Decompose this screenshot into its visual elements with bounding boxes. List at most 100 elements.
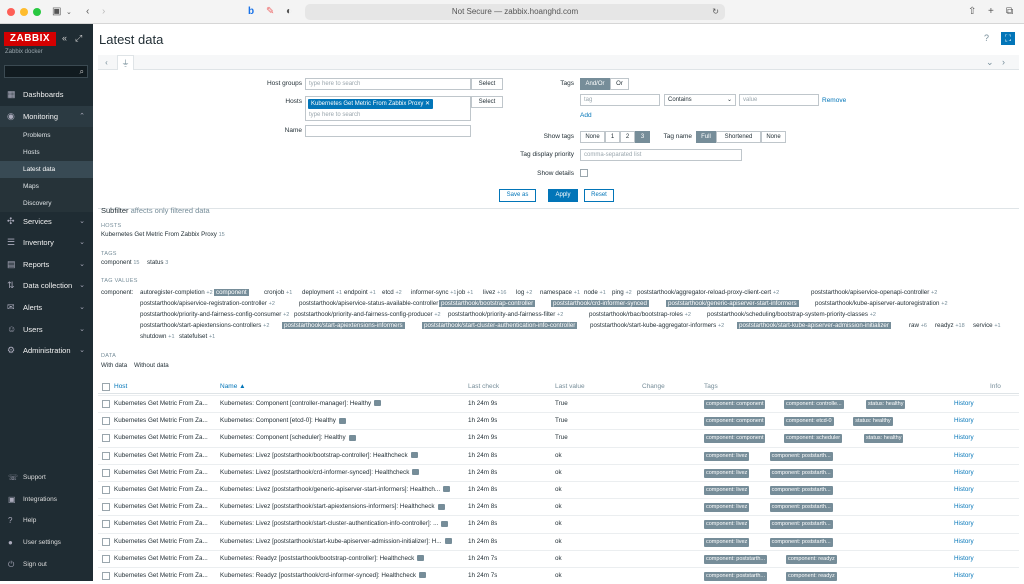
tag-value-item[interactable]: poststarthook/start-apiextensions-inform… bbox=[282, 322, 405, 329]
tag-value-item[interactable]: shutdown +1 bbox=[140, 333, 175, 340]
bing-extension-icon[interactable]: b bbox=[248, 6, 254, 17]
tag-value-item[interactable]: node +1 bbox=[584, 289, 606, 296]
tag-value-item[interactable]: component bbox=[214, 289, 249, 296]
row-tag[interactable]: component: scheduler bbox=[784, 434, 843, 444]
row-tag[interactable]: component: poststarth... bbox=[769, 503, 833, 513]
chevron-down-icon[interactable]: ⌄ bbox=[986, 57, 994, 68]
reload-icon[interactable]: ↻ bbox=[712, 4, 719, 20]
nav-data-collection[interactable]: ⇅ Data collection ⌄ bbox=[0, 275, 93, 296]
tag-value-item[interactable]: statefulset +1 bbox=[179, 333, 215, 340]
save-as-button[interactable]: Save as bbox=[499, 189, 536, 202]
row-name[interactable]: Kubernetes: Livez [poststarthook/start-c… bbox=[220, 516, 465, 532]
row-checkbox[interactable] bbox=[102, 537, 110, 546]
row-host[interactable]: Kubernetes Get Metric From Za... bbox=[114, 465, 214, 481]
tag-value-item[interactable]: poststarthook/crd-informer-synced bbox=[551, 300, 649, 307]
history-link[interactable]: History bbox=[954, 516, 974, 532]
subnav-hosts[interactable]: Hosts bbox=[0, 144, 93, 161]
next-tab-icon[interactable]: › bbox=[1002, 57, 1005, 67]
remove-tag-link[interactable]: Remove bbox=[822, 97, 846, 104]
nav-alerts[interactable]: ✉ Alerts ⌄ bbox=[0, 297, 93, 318]
nav-administration[interactable]: ⚙ Administration ⌄ bbox=[0, 340, 93, 361]
history-link[interactable]: History bbox=[954, 499, 974, 515]
tag-value-item[interactable]: ping +2 bbox=[612, 289, 632, 296]
row-tag[interactable]: component: etcd-0 bbox=[784, 417, 834, 427]
tag-value-item[interactable]: etcd +2 bbox=[382, 289, 402, 296]
filter-tab-icon[interactable]: ⏚ bbox=[117, 55, 134, 71]
tag-value-item[interactable]: poststarthook/priority-and-fairness-filt… bbox=[448, 311, 563, 318]
subfilter-tag[interactable]: component 15 bbox=[101, 259, 139, 266]
tag-value-item[interactable]: poststarthook/start-kube-aggregator-info… bbox=[590, 322, 724, 329]
row-tag[interactable]: component: poststarth... bbox=[704, 572, 768, 581]
row-name[interactable]: Kubernetes: Component [controller-manage… bbox=[220, 396, 465, 412]
tag-name-shortened[interactable]: Shortened bbox=[716, 131, 761, 143]
zoom-window-button[interactable] bbox=[33, 8, 41, 16]
tag-value-item[interactable]: poststarthook/generic-apiserver-start-in… bbox=[666, 300, 799, 307]
tag-name-none[interactable]: None bbox=[761, 131, 786, 143]
tag-value-item[interactable]: cronjob +1 bbox=[264, 289, 292, 296]
add-tag-link[interactable]: Add bbox=[580, 112, 592, 119]
minimize-window-button[interactable] bbox=[20, 8, 28, 16]
name-input[interactable] bbox=[305, 125, 471, 137]
show-tags-3[interactable]: 3 bbox=[635, 131, 650, 143]
history-link[interactable]: History bbox=[954, 568, 974, 584]
tag-value-item[interactable]: poststarthook/start-cluster-authenticati… bbox=[422, 322, 578, 329]
description-icon[interactable] bbox=[338, 417, 346, 424]
subnav-discovery[interactable]: Discovery bbox=[0, 195, 93, 212]
row-checkbox[interactable] bbox=[102, 572, 110, 580]
nav-user-settings[interactable]: ● User settings bbox=[0, 532, 93, 553]
apply-button[interactable]: Apply bbox=[548, 189, 578, 202]
row-tag[interactable]: component: poststarth... bbox=[769, 520, 833, 530]
row-host[interactable]: Kubernetes Get Metric From Za... bbox=[114, 430, 214, 446]
row-tag[interactable]: component: component bbox=[704, 434, 766, 444]
row-tag[interactable]: component: component bbox=[704, 417, 766, 427]
row-checkbox[interactable] bbox=[102, 451, 110, 460]
sidebar-search-input[interactable]: ⌕ bbox=[4, 65, 88, 78]
row-checkbox[interactable] bbox=[102, 554, 110, 563]
row-tag[interactable]: component: livez bbox=[704, 486, 750, 495]
tag-value-item[interactable]: informer-sync +1 bbox=[411, 289, 457, 296]
history-link[interactable]: History bbox=[954, 448, 974, 464]
zabbix-logo[interactable]: ZABBIX bbox=[4, 32, 56, 46]
nav-reports[interactable]: ▤ Reports ⌄ bbox=[0, 254, 93, 275]
subfilter-with-data[interactable]: With data bbox=[101, 362, 127, 369]
tag-value-item[interactable]: autoregister-completion +2 bbox=[140, 289, 213, 296]
row-name[interactable]: Kubernetes: Readyz [poststarthook/bootst… bbox=[220, 551, 465, 567]
tag-priority-input[interactable]: comma-separated list bbox=[580, 149, 742, 161]
forward-icon[interactable]: › bbox=[102, 6, 105, 17]
description-icon[interactable] bbox=[374, 400, 382, 407]
tag-value-item[interactable]: poststarthook/start-apiextensions-contro… bbox=[140, 322, 269, 329]
tag-value-item[interactable]: poststarthook/apiservice-status-availabl… bbox=[299, 300, 446, 307]
close-window-button[interactable] bbox=[7, 8, 15, 16]
select-all-checkbox[interactable] bbox=[102, 383, 110, 391]
new-tab-icon[interactable]: + bbox=[988, 6, 994, 17]
tag-value-item[interactable]: job +1 bbox=[457, 289, 473, 296]
description-icon[interactable] bbox=[419, 572, 426, 579]
description-icon[interactable] bbox=[412, 469, 420, 476]
row-tag[interactable]: component: readyz bbox=[786, 572, 837, 581]
row-name[interactable]: Kubernetes: Livez [poststarthook/start-a… bbox=[220, 499, 465, 515]
tag-value-item[interactable]: poststarthook/bootstrap-controller bbox=[439, 300, 536, 307]
row-tag[interactable]: component: livez bbox=[704, 468, 750, 478]
row-checkbox[interactable] bbox=[102, 417, 110, 426]
tag-value-item[interactable]: poststarthook/priority-and-fairness-conf… bbox=[140, 311, 289, 318]
tag-value-item[interactable]: deployment +1 bbox=[302, 289, 342, 296]
tag-value-item[interactable]: readyz +18 bbox=[935, 322, 965, 329]
row-name[interactable]: Kubernetes: Livez [poststarthook/bootstr… bbox=[220, 448, 465, 464]
tag-value-item[interactable]: poststarthook/aggregator-reload-proxy-cl… bbox=[637, 289, 779, 296]
tag-value-item[interactable]: service +1 bbox=[973, 322, 1001, 329]
nav-help[interactable]: ? Help bbox=[0, 510, 93, 531]
tag-value-item[interactable]: poststarthook/scheduling/bootstrap-syste… bbox=[707, 311, 876, 318]
address-bar[interactable]: Not Secure — zabbix.hoanghd.com ↻ bbox=[305, 4, 725, 20]
subfilter-tag[interactable]: status 3 bbox=[147, 259, 168, 266]
row-name[interactable]: Kubernetes: Component [etcd-0]: Healthy bbox=[220, 413, 465, 429]
description-icon[interactable] bbox=[410, 451, 418, 458]
tag-value-item[interactable]: log +2 bbox=[516, 289, 532, 296]
row-checkbox[interactable] bbox=[102, 503, 110, 512]
show-tags-2[interactable]: 2 bbox=[620, 131, 635, 143]
row-name[interactable]: Kubernetes: Livez [poststarthook/start-k… bbox=[220, 534, 465, 550]
tabs-overview-icon[interactable]: ⧉ bbox=[1006, 6, 1013, 17]
row-host[interactable]: Kubernetes Get Metric From Za... bbox=[114, 396, 214, 412]
row-tag[interactable]: component: poststarth... bbox=[769, 486, 833, 495]
tag-value-item[interactable]: poststarthook/rbac/bootstrap-roles +2 bbox=[589, 311, 691, 318]
sidebar-toggle-icon[interactable]: ▣ bbox=[52, 6, 61, 17]
